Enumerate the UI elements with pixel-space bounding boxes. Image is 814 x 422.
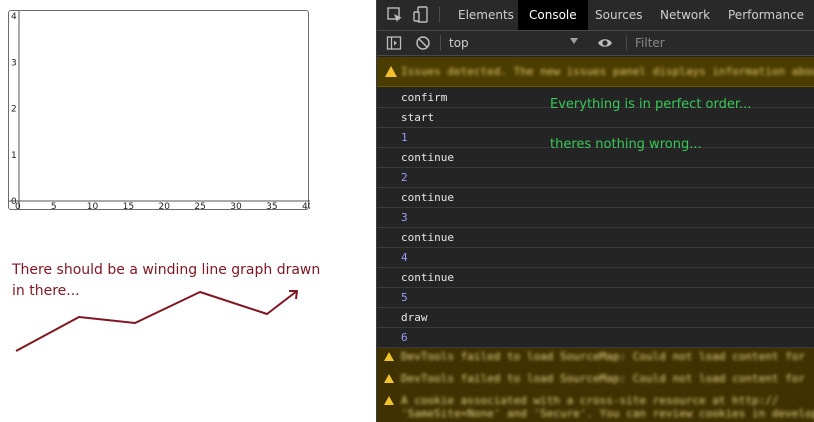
x-tick-label: 10: [87, 202, 99, 211]
console-line: 2: [377, 168, 814, 188]
devtools-panel: Elements Console Sources Network Perform…: [376, 0, 814, 422]
annotation-nothing-wrong: theres nothing wrong...: [550, 137, 702, 152]
warning-message: DevTools failed to load SourceMap: Could…: [377, 350, 814, 365]
warning-icon: [384, 374, 394, 383]
y-tick-label: 4: [11, 12, 17, 22]
console-line-text: continue: [401, 231, 454, 244]
console-line: draw: [377, 308, 814, 328]
warning-icon: [384, 396, 394, 405]
console-line-number: 5: [401, 291, 408, 304]
console-line: 4: [377, 248, 814, 268]
console-warnings: DevTools failed to load SourceMap: Could…: [377, 348, 814, 422]
warning-text: DevTools failed to load SourceMap: Could…: [401, 350, 805, 363]
issues-banner[interactable]: Issues detected. The new issues panel di…: [377, 57, 814, 87]
y-tick-label: 3: [11, 58, 17, 68]
console-line-number: 1: [401, 131, 408, 144]
console-toolbar: top: [377, 31, 814, 56]
console-line-number: 2: [401, 171, 408, 184]
x-tick-label: 40: [302, 202, 310, 211]
devtools-tab-bar: Elements Console Sources Network Perform…: [377, 0, 814, 31]
tab-network[interactable]: Network: [660, 0, 710, 30]
tab-sources[interactable]: Sources: [595, 0, 642, 30]
toolbar-divider: [440, 35, 441, 51]
x-tick-label: 5: [51, 202, 57, 211]
warning-message: DevTools failed to load SourceMap: Could…: [377, 372, 814, 387]
tab-console[interactable]: Console: [518, 0, 588, 30]
inspect-element-icon[interactable]: [386, 6, 404, 24]
hand-drawn-line-sketch: [15, 290, 298, 352]
console-line-number: 6: [401, 331, 408, 344]
warning-text: 'SameSite=None' and 'Secure'. You can re…: [401, 407, 814, 420]
console-line-text: draw: [401, 311, 428, 324]
page-content: 051015202530354001234 There should be a …: [0, 0, 376, 422]
console-line-text: start: [401, 111, 435, 124]
console-line-text: continue: [401, 271, 454, 284]
warning-icon: [385, 66, 397, 77]
device-toggle-icon[interactable]: [412, 6, 430, 24]
live-expression-eye-icon[interactable]: [597, 35, 613, 51]
x-tick-label: 25: [194, 202, 205, 211]
annotation-perfect-order: Everything is in perfect order...: [550, 97, 752, 112]
x-tick-label: 35: [266, 202, 277, 211]
y-tick-label: 0: [11, 197, 17, 207]
clear-console-icon[interactable]: [415, 35, 431, 51]
sidebar-toggle-icon[interactable]: [386, 35, 402, 51]
execution-context-select[interactable]: top: [449, 36, 469, 50]
console-filter-input[interactable]: [635, 36, 805, 50]
console-line-number: 4: [401, 251, 408, 264]
console-line-number: 3: [401, 211, 408, 224]
console-line: 6: [377, 328, 814, 348]
x-tick-label: 30: [230, 202, 242, 211]
filter-divider: [626, 35, 627, 51]
console-line: continue: [377, 188, 814, 208]
warning-message-continued: 'SameSite=None' and 'Secure'. You can re…: [377, 407, 814, 422]
tab-divider: [439, 7, 440, 23]
console-line: continue: [377, 268, 814, 288]
warning-text: DevTools failed to load SourceMap: Could…: [401, 372, 805, 385]
console-line: continue: [377, 228, 814, 248]
y-tick-label: 1: [11, 151, 17, 161]
empty-line-chart: 051015202530354001234: [9, 11, 310, 211]
warning-text: A cookie associated with a cross-site re…: [401, 394, 779, 407]
console-line-text: continue: [401, 151, 454, 164]
sketch-line: [15, 290, 298, 352]
x-tick-label: 15: [123, 202, 134, 211]
warning-icon: [384, 352, 394, 361]
chart-container: 051015202530354001234: [8, 10, 310, 211]
tab-performance[interactable]: Performance: [728, 0, 804, 30]
console-line-text: confirm: [401, 91, 448, 104]
tab-elements[interactable]: Elements: [458, 0, 514, 30]
y-tick-label: 2: [11, 105, 17, 115]
x-tick-label: 20: [159, 202, 171, 211]
console-line: 3: [377, 208, 814, 228]
console-line-text: continue: [401, 191, 454, 204]
chevron-down-icon[interactable]: [570, 38, 578, 44]
issues-banner-text: Issues detected. The new issues panel di…: [401, 65, 814, 78]
console-line: 5: [377, 288, 814, 308]
